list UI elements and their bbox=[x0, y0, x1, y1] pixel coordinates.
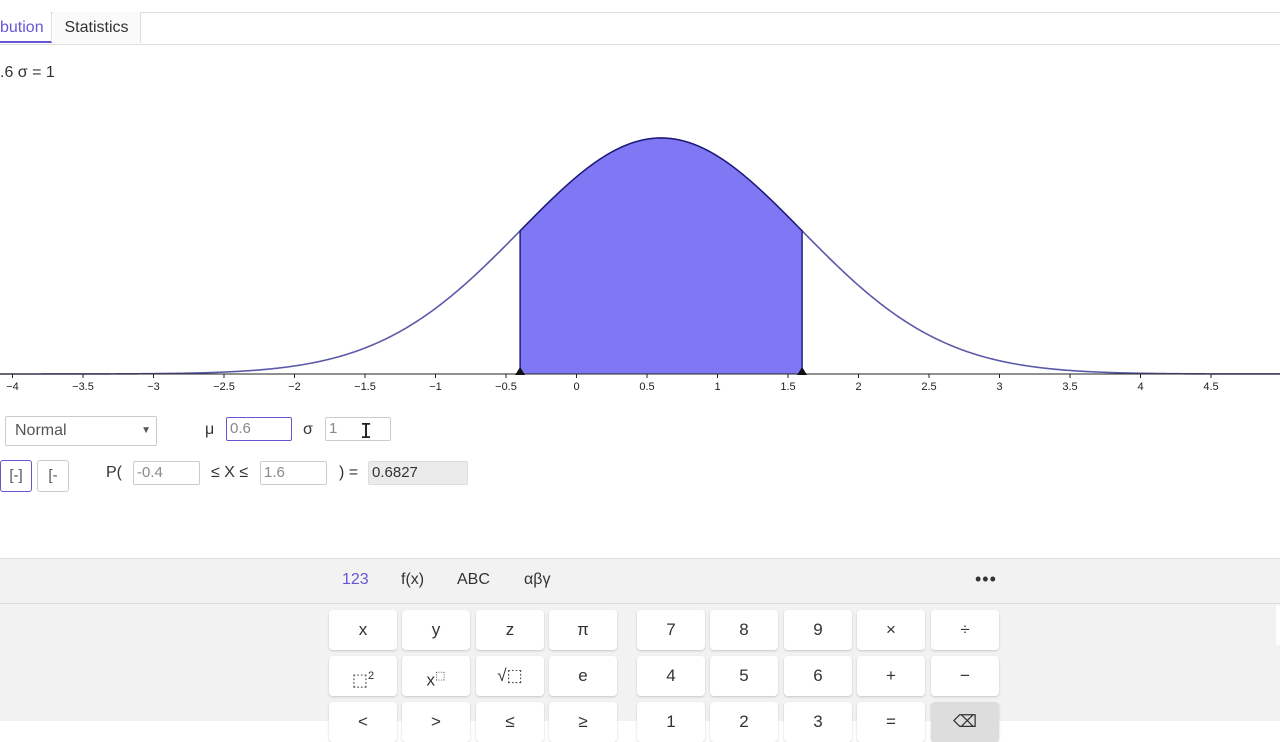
keyboard-tab-greek[interactable]: αβγ bbox=[524, 571, 550, 589]
x-tick-label: −4 bbox=[6, 381, 19, 393]
distribution-select-value: Normal bbox=[15, 422, 67, 439]
left-interval-icon: [- bbox=[48, 467, 58, 484]
key-plus[interactable]: + bbox=[857, 656, 925, 696]
x-tick-label: 2.5 bbox=[921, 381, 936, 393]
virtual-keyboard: 123 f(x) ABC αβγ ••• x y z π 7 8 9 × ÷ ⬚… bbox=[0, 558, 1280, 742]
x-tick-label: −1 bbox=[429, 381, 442, 393]
keyboard-tabs: 123 f(x) ABC αβγ ••• bbox=[0, 559, 1280, 604]
sigma-label: σ bbox=[303, 421, 313, 438]
lower-bound-input[interactable]: -0.4 bbox=[133, 461, 200, 485]
power-placeholder-icon: ⬚ bbox=[435, 670, 446, 682]
key-multiply[interactable]: × bbox=[857, 610, 925, 650]
key-9[interactable]: 9 bbox=[784, 610, 852, 650]
x-tick-label: 3.5 bbox=[1062, 381, 1077, 393]
x-tick-label: −2.5 bbox=[213, 381, 235, 393]
square-placeholder-icon: ⬚ bbox=[351, 670, 368, 690]
key-pi[interactable]: π bbox=[549, 610, 617, 650]
side-panel-edge bbox=[1276, 605, 1280, 645]
key-e[interactable]: e bbox=[549, 656, 617, 696]
key-5[interactable]: 5 bbox=[710, 656, 778, 696]
key-greater-equal[interactable]: ≥ bbox=[549, 702, 617, 742]
key-4[interactable]: 4 bbox=[637, 656, 705, 696]
x-tick-label: 3 bbox=[996, 381, 1002, 393]
x-tick-label: 0.5 bbox=[639, 381, 654, 393]
key-backspace[interactable]: ⌫ bbox=[931, 702, 999, 742]
key-1[interactable]: 1 bbox=[637, 702, 705, 742]
distribution-plot[interactable]: −4 −3.5 −3 −2.5 −2 −1.5 −1 −0.5 0 0.5 1 1.5 2 2.5 3 3.5… bbox=[0, 44, 1280, 400]
x-tick-label: −2 bbox=[288, 381, 301, 393]
x-tick-label: −0.5 bbox=[495, 381, 517, 393]
interval-icon: [-] bbox=[9, 467, 23, 484]
power-base: x bbox=[426, 670, 436, 690]
x-tick-label: 4 bbox=[1137, 381, 1143, 393]
tab-bar: bution Statistics bbox=[0, 12, 1280, 45]
key-x[interactable]: x bbox=[329, 610, 397, 650]
key-equals[interactable]: = bbox=[857, 702, 925, 742]
key-divide[interactable]: ÷ bbox=[931, 610, 999, 650]
more-options-icon[interactable]: ••• bbox=[975, 569, 997, 590]
key-square[interactable]: ⬚2 bbox=[329, 656, 397, 696]
key-6[interactable]: 6 bbox=[784, 656, 852, 696]
x-tick-label: 1.5 bbox=[780, 381, 795, 393]
distribution-select[interactable]: Normal ▼ bbox=[5, 416, 157, 446]
x-tick-label: 1 bbox=[714, 381, 720, 393]
equals-label: ) = bbox=[339, 464, 359, 481]
x-tick-label: −3.5 bbox=[72, 381, 94, 393]
key-less-than[interactable]: < bbox=[329, 702, 397, 742]
x-tick-label: −3 bbox=[147, 381, 160, 393]
tab-distribution[interactable]: bution bbox=[0, 12, 52, 43]
distribution-controls: Normal ▼ μ 0.6 σ 1 [-] [- P( -0.4 ≤ X ≤ … bbox=[0, 410, 1280, 558]
chevron-down-icon: ▼ bbox=[141, 425, 151, 436]
key-y[interactable]: y bbox=[402, 610, 470, 650]
x-tick-label: 4.5 bbox=[1203, 381, 1218, 393]
keyboard-tab-fx[interactable]: f(x) bbox=[401, 571, 424, 589]
keyboard-tab-123[interactable]: 123 bbox=[342, 571, 369, 589]
key-3[interactable]: 3 bbox=[784, 702, 852, 742]
key-power[interactable]: x⬚ bbox=[402, 656, 470, 696]
between-label: ≤ X ≤ bbox=[211, 464, 249, 481]
upper-bound-input[interactable]: 1.6 bbox=[260, 461, 327, 485]
left-sided-interval-button[interactable]: [- bbox=[37, 460, 69, 492]
key-8[interactable]: 8 bbox=[710, 610, 778, 650]
x-tick-label: 0 bbox=[573, 381, 579, 393]
key-z[interactable]: z bbox=[476, 610, 544, 650]
two-sided-interval-button[interactable]: [-] bbox=[0, 460, 32, 492]
key-7[interactable]: 7 bbox=[637, 610, 705, 650]
probability-open-label: P( bbox=[106, 464, 122, 481]
mu-label: μ bbox=[205, 421, 215, 438]
mu-input[interactable]: 0.6 bbox=[226, 417, 292, 441]
x-tick-label: 2 bbox=[855, 381, 861, 393]
key-less-equal[interactable]: ≤ bbox=[476, 702, 544, 742]
x-tick-label: −1.5 bbox=[354, 381, 376, 393]
keyboard-tab-abc[interactable]: ABC bbox=[457, 571, 490, 589]
key-sqrt[interactable]: √⬚ bbox=[476, 656, 544, 696]
probability-result: 0.6827 bbox=[368, 461, 468, 485]
key-greater-than[interactable]: > bbox=[402, 702, 470, 742]
key-2[interactable]: 2 bbox=[710, 702, 778, 742]
shaded-probability-area bbox=[520, 138, 803, 374]
sigma-input[interactable]: 1 bbox=[325, 417, 391, 441]
text-cursor-icon: I bbox=[360, 419, 373, 443]
key-minus[interactable]: − bbox=[931, 656, 999, 696]
square-exponent: 2 bbox=[367, 670, 375, 682]
tab-statistics[interactable]: Statistics bbox=[53, 12, 141, 43]
sqrt-icon: √⬚ bbox=[497, 666, 523, 685]
